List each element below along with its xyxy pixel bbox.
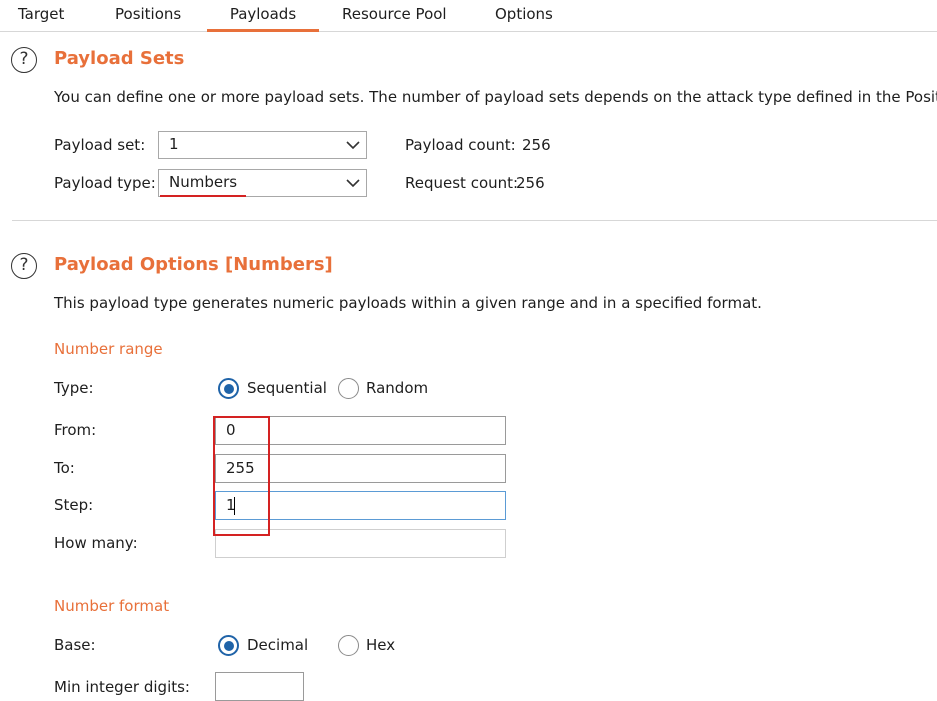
chevron-down-icon — [346, 179, 360, 188]
payload-type-select[interactable]: Numbers — [158, 169, 367, 197]
tab-payloads[interactable]: Payloads — [207, 0, 319, 32]
tab-target[interactable]: Target — [18, 0, 64, 32]
from-label: From: — [54, 421, 97, 439]
sequential-label[interactable]: Sequential — [247, 379, 327, 397]
payload-sets-title: Payload Sets — [54, 48, 185, 69]
to-label: To: — [54, 459, 75, 477]
payload-set-select[interactable]: 1 — [158, 131, 367, 159]
base-label: Base: — [54, 636, 96, 654]
tab-positions[interactable]: Positions — [115, 0, 181, 32]
from-input[interactable]: 0 — [215, 416, 506, 445]
how-many-input[interactable] — [215, 529, 506, 558]
payload-options-title: Payload Options [Numbers] — [54, 254, 333, 275]
text-cursor — [234, 497, 235, 515]
random-label[interactable]: Random — [366, 379, 428, 397]
payload-count-label: Payload count: — [405, 136, 516, 154]
payload-options-description: This payload type generates numeric payl… — [54, 294, 762, 312]
tab-resource-pool[interactable]: Resource Pool — [342, 0, 447, 32]
decimal-radio[interactable] — [218, 635, 239, 656]
step-input[interactable]: 1 — [215, 491, 506, 520]
min-integer-digits-input[interactable] — [215, 672, 304, 701]
section-divider — [12, 220, 937, 221]
highlight-underline — [160, 195, 246, 197]
payload-set-label: Payload set: — [54, 136, 146, 154]
to-value: 255 — [226, 459, 255, 477]
step-label: Step: — [54, 496, 94, 514]
payload-sets-description: You can define one or more payload sets.… — [54, 88, 937, 106]
tab-options[interactable]: Options — [495, 0, 553, 32]
tab-bar: Target Positions Payloads Resource Pool … — [0, 0, 937, 32]
decimal-label[interactable]: Decimal — [247, 636, 308, 654]
sequential-radio[interactable] — [218, 378, 239, 399]
hex-label[interactable]: Hex — [366, 636, 395, 654]
payload-count-value: 256 — [522, 136, 551, 154]
random-radio[interactable] — [338, 378, 359, 399]
hex-radio[interactable] — [338, 635, 359, 656]
request-count-value: 256 — [516, 174, 545, 192]
to-input[interactable]: 255 — [215, 454, 506, 483]
min-integer-digits-label: Min integer digits: — [54, 678, 190, 696]
payload-type-label: Payload type: — [54, 174, 156, 192]
range-type-label: Type: — [54, 379, 94, 397]
payload-set-value: 1 — [169, 135, 179, 153]
payload-type-value: Numbers — [169, 173, 238, 191]
number-format-heading: Number format — [54, 597, 170, 615]
help-circle-icon[interactable]: ? — [11, 47, 37, 73]
request-count-label: Request count: — [405, 174, 519, 192]
from-value: 0 — [226, 421, 236, 439]
help-circle-icon[interactable]: ? — [11, 253, 37, 279]
how-many-label: How many: — [54, 534, 138, 552]
number-range-heading: Number range — [54, 340, 163, 358]
chevron-down-icon — [346, 141, 360, 150]
